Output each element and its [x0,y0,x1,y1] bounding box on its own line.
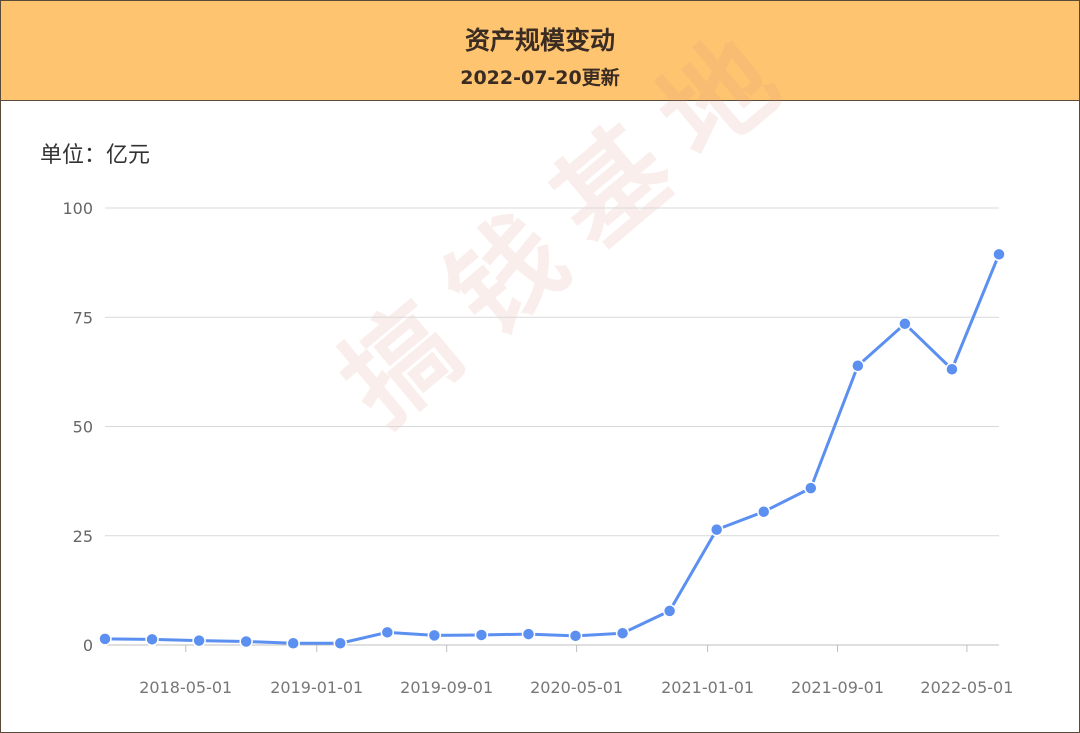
x-tick-label: 2022-05-01 [920,678,1013,697]
y-tick-label: 25 [73,527,93,546]
data-point [851,359,865,373]
data-point [945,362,959,377]
y-tick-label: 75 [73,308,93,327]
data-point [239,634,253,649]
x-tick-label: 2021-01-01 [661,678,754,697]
data-point [427,628,442,643]
line-chart: 0 25 50 75 100 2018-05-01 2019-01-01 2019-09-01… [62,199,1013,697]
data-point [568,629,583,643]
data-point [333,636,348,651]
data-point [192,633,206,648]
data-point [756,504,771,519]
data-point [709,522,724,537]
data-point [98,632,112,646]
y-tick-label: 100 [62,199,93,218]
data-point [804,481,818,495]
y-tick-label: 50 [73,418,93,437]
data-point [662,604,677,618]
x-tick-label: 2020-05-01 [530,678,623,697]
x-tick-label: 2021-09-01 [791,678,884,697]
x-tick-label: 2018-05-01 [139,678,232,697]
data-point [898,317,912,331]
x-tick-label: 2019-09-01 [400,678,493,697]
data-point [474,628,489,642]
data-point [521,627,536,641]
data-point [380,625,395,640]
data-point [145,632,159,647]
data-point [615,626,630,640]
y-tick-label: 0 [83,636,93,655]
x-tick-label: 2019-01-01 [270,678,363,697]
chart-frame: 资产规模变动 2022-07-20更新 单位：亿元 搞钱基地 0 25 50 75 10… [0,0,1080,733]
data-point [992,247,1006,262]
series-line [104,253,1001,645]
data-point [286,636,300,651]
